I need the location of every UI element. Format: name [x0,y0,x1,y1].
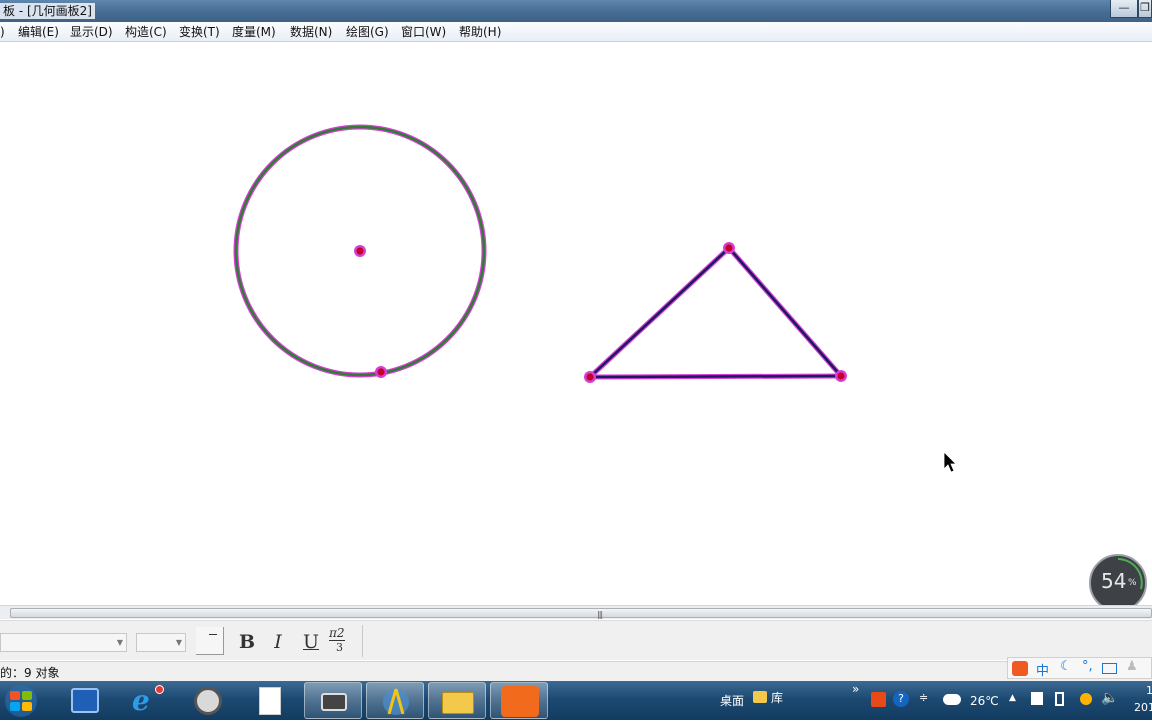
segment-base[interactable] [589,374,842,379]
bold-button[interactable]: B [236,629,258,655]
menu-display[interactable]: 显示(D) [70,24,113,40]
segment-right[interactable] [728,247,842,377]
chevron-down-icon: ▼ [116,638,123,647]
scrollbar-thumb[interactable]: ||| [10,608,1152,619]
toolbar-divider [362,625,363,657]
font-size-select[interactable]: ▼ [136,633,186,652]
triangle-vertex-left[interactable] [584,371,596,383]
battery-icon[interactable] [1055,692,1064,706]
math-format-button[interactable]: π2 3 [328,627,354,657]
taskbar-document[interactable] [241,682,299,719]
toolbar-chevron[interactable]: » [852,682,859,696]
video-camera-icon [321,693,347,711]
triangle-vertex-top[interactable] [723,242,735,254]
presentation-icon [501,686,539,717]
taskbar-geometers-sketchpad[interactable] [366,682,424,719]
weather-cloud-icon[interactable] [943,694,961,705]
circle-center-point[interactable] [354,245,366,257]
network-icon[interactable]: ≑ [919,691,928,704]
menu-graph[interactable]: 绘图(G) [346,24,389,40]
ime-logo-icon [1012,661,1028,676]
weather-sun-icon[interactable] [1080,693,1092,705]
sketch-canvas[interactable] [0,43,1152,605]
taskbar-presentation[interactable] [490,682,548,719]
gauge-unit: % [1128,578,1137,588]
font-family-select[interactable]: ▼ [0,633,127,652]
menu-help[interactable]: 帮助(H) [459,24,501,40]
triangle-vertex-right[interactable] [835,370,847,382]
sketch-drawing [233,124,957,473]
title-bar: 板 - [几何画板2] — ❐ [0,0,1152,22]
taskbar-media-center[interactable] [179,682,237,719]
taskbar: e 桌面 库 » ? ≑ 26℃ ▲ 🔈 1 201 [0,681,1152,720]
underline-button[interactable]: U [299,629,323,655]
status-text: 的：9 对象 [0,666,60,680]
internet-explorer-icon: e [132,684,150,717]
moon-icon: ☾ [1060,659,1072,674]
punctuation-icon: °, [1082,659,1093,674]
gauge-value: 54 [1101,569,1127,593]
color-marker-icon [209,634,217,635]
taskbar-video-camera[interactable] [304,682,362,719]
clock-date[interactable]: 201 [1134,701,1152,714]
cpu-gauge-widget[interactable]: 54 % [1089,554,1147,612]
italic-button[interactable]: I [267,629,289,655]
mouse-cursor-icon [943,451,957,473]
toolbar-library-label[interactable]: 库 [771,689,783,706]
math-denominator: 3 [336,641,343,654]
menu-measure[interactable]: 度量(M) [232,24,276,40]
ime-mode-label[interactable]: 中 [1036,660,1049,679]
library-folder-icon [753,691,767,703]
menu-edit[interactable]: 编辑(E) [18,24,59,40]
toolbar-desktop-label[interactable]: 桌面 [720,692,744,709]
tray-app-icon[interactable] [871,692,886,707]
menu-window[interactable]: 窗口(W) [401,24,446,40]
minimize-button[interactable]: — [1110,0,1138,18]
film-icon [71,688,99,713]
ime-toolbar[interactable]: 中 ☾ °, ♟ [1007,657,1152,679]
compass-icon [383,688,409,715]
document-icon [259,687,281,715]
menu-construct[interactable]: 构造(C) [125,24,167,40]
text-toolbar: ▼ ▼ B I U π2 3 [0,620,1152,660]
menu-file-partial[interactable]: ) [0,24,5,40]
windows-logo-icon [5,685,37,717]
grip-icon: ||| [597,610,603,619]
taskbar-internet-explorer[interactable]: e [117,682,175,719]
clock-time[interactable]: 1 [1146,684,1152,697]
notification-dot-icon [155,685,164,694]
horizontal-scrollbar[interactable]: ||| [0,605,1152,619]
keyboard-icon [1102,663,1117,674]
text-color-swatch[interactable] [196,627,224,655]
show-hidden-icons-icon[interactable]: ▲ [1009,693,1016,703]
folder-icon [442,692,474,714]
menu-data[interactable]: 数据(N) [290,24,332,40]
help-icon[interactable]: ? [893,691,909,707]
circle-radius-point[interactable] [375,366,387,378]
user-icon: ♟ [1126,659,1138,674]
film-reel-icon [194,687,222,715]
flag-icon[interactable] [1031,692,1043,705]
math-numerator: π2 [329,626,345,641]
chevron-down-icon: ▼ [175,638,182,647]
taskbar-file-explorer[interactable] [428,682,486,719]
menu-transform[interactable]: 变换(T) [179,24,220,40]
taskbar-media-player[interactable] [56,682,114,719]
start-button[interactable] [2,682,40,719]
maximize-button[interactable]: ❐ [1138,0,1152,18]
volume-icon[interactable]: 🔈 [1101,690,1118,706]
window-title: 板 - [几何画板2] [0,3,95,19]
status-bar: 的：9 对象 中 ☾ °, ♟ [0,657,1152,681]
temperature-label[interactable]: 26℃ [970,694,999,708]
segment-left[interactable] [589,247,730,378]
menu-bar: ) 编辑(E) 显示(D) 构造(C) 变换(T) 度量(M) 数据(N) 绘图… [0,22,1152,42]
